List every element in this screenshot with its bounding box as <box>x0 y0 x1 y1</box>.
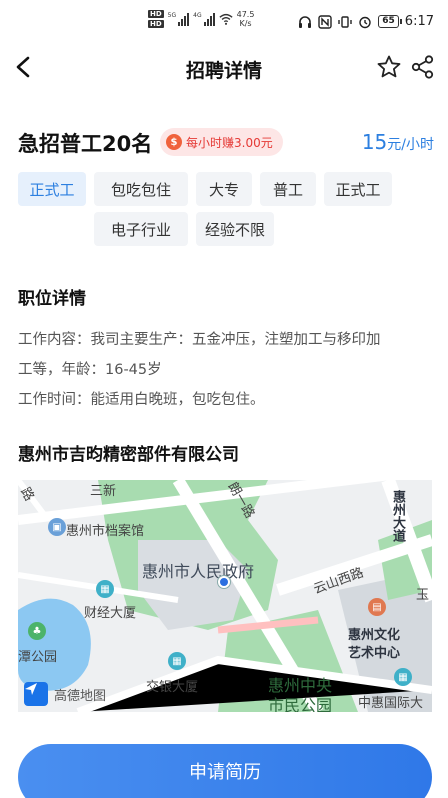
alarm-icon <box>359 16 371 28</box>
job-title: 急招普工20名 <box>18 132 153 156</box>
map-canvas <box>18 480 432 712</box>
map-label: 市民公园 <box>268 696 333 712</box>
description-line: 工作时间：能适用白晚班，包吃包住。 <box>18 392 265 408</box>
salary-unit: 元/小时 <box>387 137 434 153</box>
nfc-icon <box>318 14 332 29</box>
park-poi-icon: ♣ <box>28 622 46 640</box>
description-line: 工等，年龄：16-45岁 <box>18 362 162 378</box>
coin-icon: $ <box>166 134 182 150</box>
favorite-button[interactable] <box>376 54 402 80</box>
job-description: 工作内容：我司主要生产：五金冲压，注塑加工与移印加 工等，年龄：16-45岁 工… <box>18 325 438 415</box>
amap-logo-icon <box>24 682 48 706</box>
company-name: 惠州市吉昀精密部件有限公司 <box>18 445 239 465</box>
location-pin-icon <box>218 576 230 588</box>
tag-item: 普工 <box>260 172 316 206</box>
map-provider-logo: 高德地图 <box>24 682 106 706</box>
map-label: 潭公园 <box>18 650 58 665</box>
map-label: 玉 <box>416 588 430 603</box>
culture-poi-icon: ▤ <box>368 598 386 616</box>
wifi-icon <box>219 13 233 25</box>
building-poi-icon: ▦ <box>168 652 186 670</box>
tag-item: 大专 <box>196 172 252 206</box>
map-logo-text: 高德地图 <box>54 688 107 704</box>
star-icon <box>377 55 401 78</box>
map-label: 惠州文化 <box>348 628 401 643</box>
tag-item: 电子行业 <box>94 212 188 246</box>
headphones-icon <box>299 15 312 28</box>
network-speed: 47.5 K/s <box>236 10 255 28</box>
museum-poi-icon: ▣ <box>48 518 66 536</box>
hd-badge: HD <box>148 20 164 28</box>
section-title-details: 职位详情 <box>18 289 86 309</box>
salary: 15元/小时 <box>362 130 434 154</box>
battery-icon: 65 <box>378 15 402 28</box>
status-bar: HD HD 5G 4G 47.5 K/s 65 6:17 <box>0 0 448 44</box>
tag-item: 正式工 <box>324 172 392 206</box>
building-poi-icon: ▦ <box>394 668 412 686</box>
map-label: 惠州大道 <box>390 490 405 542</box>
company-location-map[interactable]: 路 三新 朗一路 惠州大道 ▣ 惠州市档案馆 惠州市人民政府 云山西路 ▦ 财经… <box>18 480 432 712</box>
map-label: 中惠国际大 <box>358 696 424 711</box>
apply-resume-button[interactable]: 申请简历 <box>18 744 432 798</box>
share-icon <box>411 55 434 79</box>
map-label: 财经大厦 <box>84 606 137 621</box>
nav-bar: 招聘详情 <box>0 44 448 94</box>
map-label: 惠州市人民政府 <box>142 562 255 581</box>
tag-item: 经验不限 <box>196 212 274 246</box>
map-label: 惠州市档案馆 <box>66 524 145 539</box>
salary-amount: 15 <box>361 130 388 154</box>
hourly-earnings-text: 每小时赚3.00元 <box>186 135 273 150</box>
vibrate-icon <box>338 15 352 28</box>
hd-badge: HD <box>148 10 164 18</box>
clock-time: 6:17 <box>404 14 434 29</box>
signal-4g-icon: 4G <box>193 12 215 26</box>
share-button[interactable] <box>410 54 436 80</box>
map-label: 艺术中心 <box>348 646 401 661</box>
map-label: 交银大厦 <box>146 680 199 695</box>
description-line: 工作内容：我司主要生产：五金冲压，注塑加工与移印加 <box>18 332 381 348</box>
building-poi-icon: ▦ <box>96 580 114 598</box>
tag-item: 正式工 <box>18 172 86 206</box>
hourly-earnings-badge: $ 每小时赚3.00元 <box>160 128 283 156</box>
signal-5g-icon: 5G <box>168 12 190 26</box>
status-right: 65 6:17 <box>298 14 434 29</box>
tag-item: 包吃包住 <box>94 172 188 206</box>
map-label: 三新 <box>90 484 117 499</box>
status-left: HD HD 5G 4G 47.5 K/s <box>148 10 254 28</box>
